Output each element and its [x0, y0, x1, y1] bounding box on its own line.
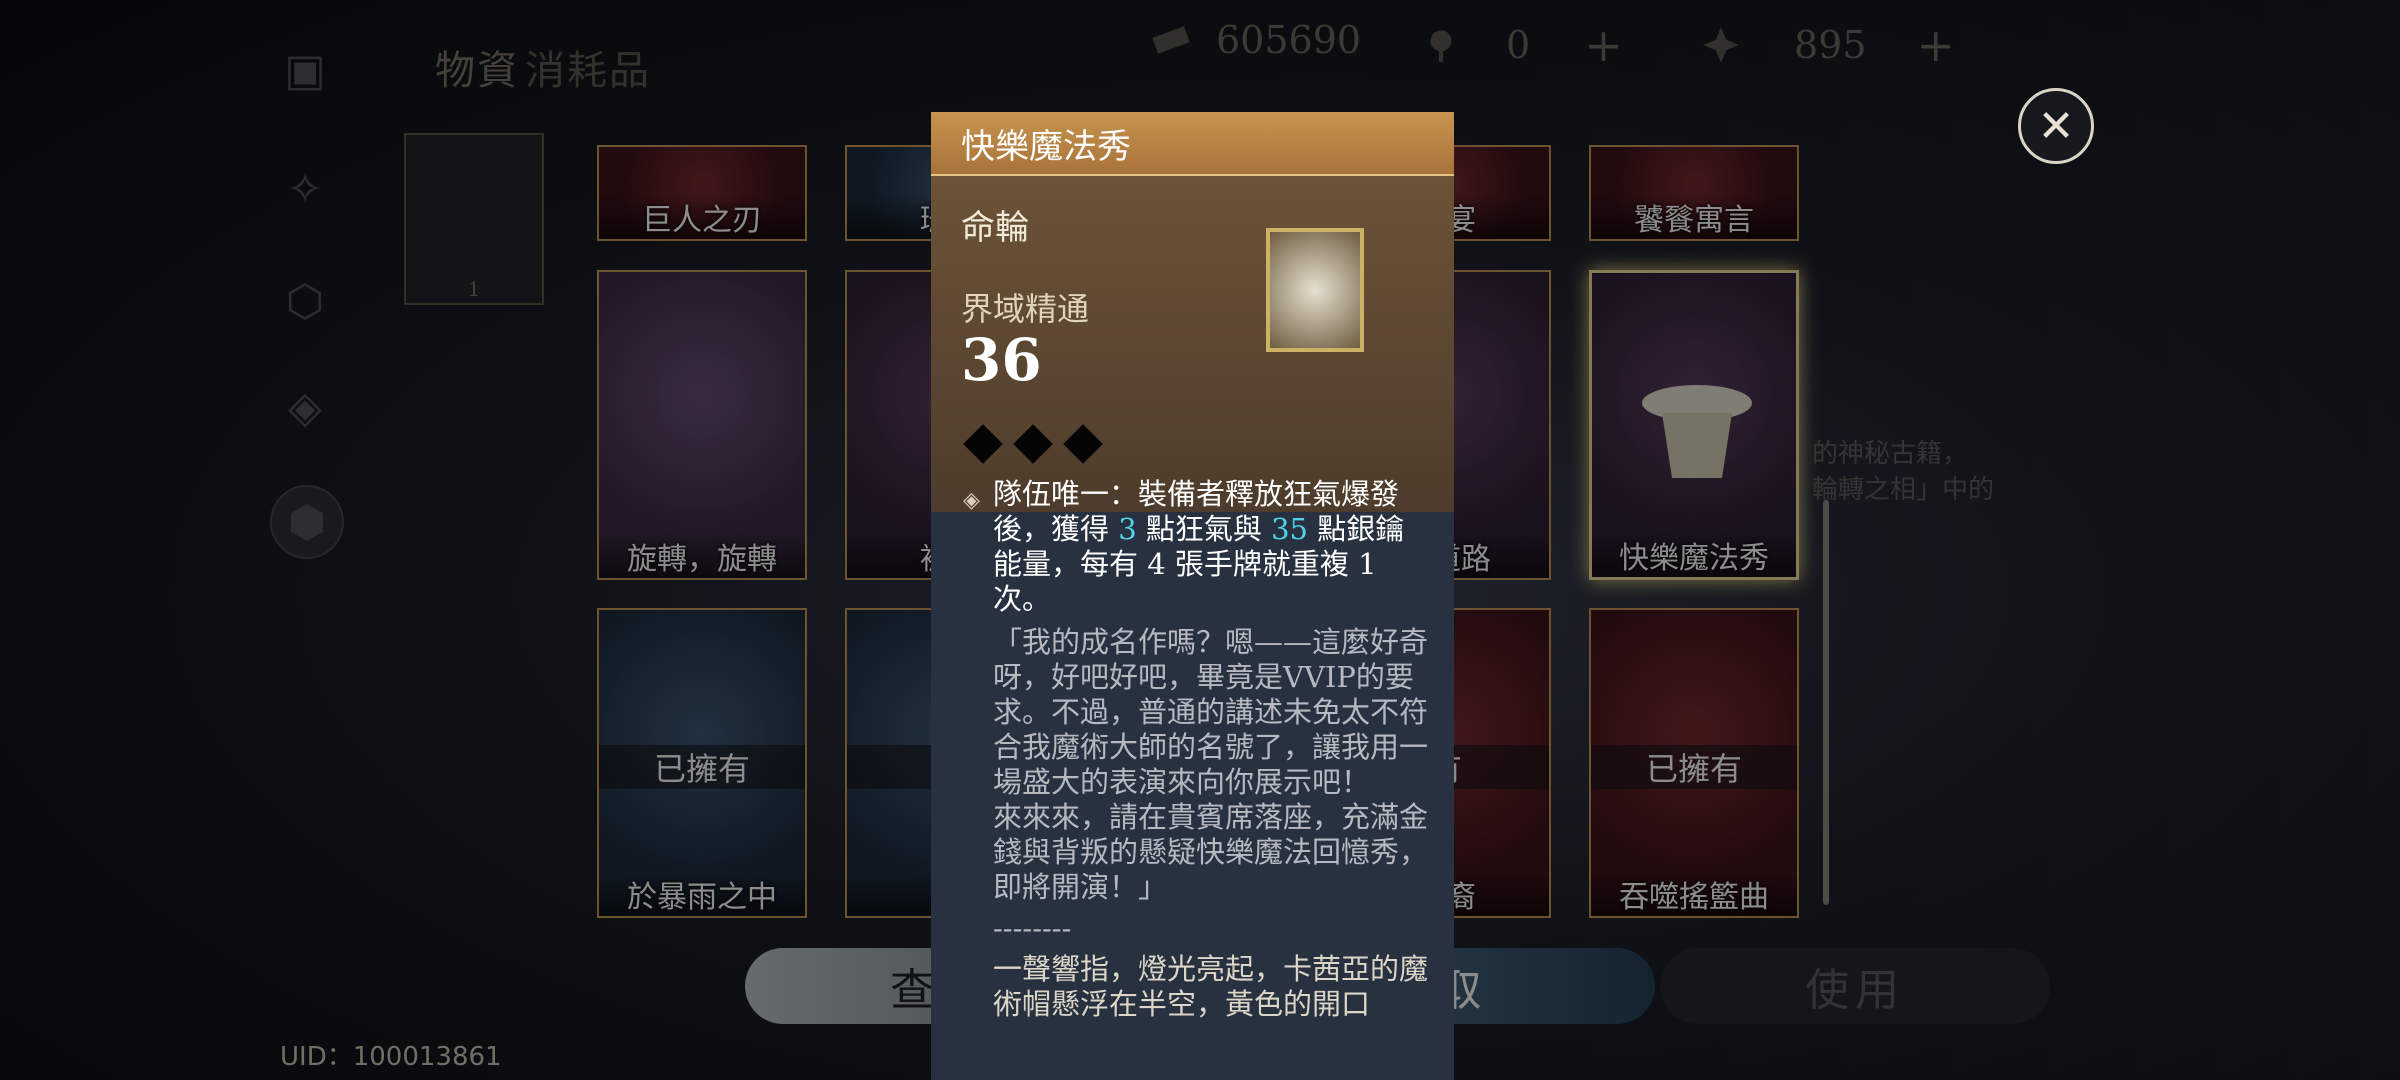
card-detail-popup: 快樂魔法秀 命輪 界域精通 36 ◈ 隊伍唯一：裝備者釋放狂氣爆發後，獲得 3 … [931, 112, 1454, 1080]
popup-title: 快樂魔法秀 [931, 112, 1454, 176]
mastery-label: 界域精通 [961, 290, 1090, 328]
card-portrait-icon [1266, 228, 1364, 352]
rarity-diamonds [963, 424, 1103, 464]
diamond-icon [1063, 424, 1103, 464]
diamond-icon [963, 424, 1003, 464]
bullet-icon: ◈ [963, 488, 980, 513]
close-icon[interactable]: ✕ [2018, 88, 2094, 164]
flavor-text: 「我的成名作嗎？嗯——這麼好奇呀，好吧好吧，畢竟是VVIP的要求。不過，普通的講… [993, 625, 1429, 904]
separator: -------- [993, 911, 1072, 945]
popup-header-panel: 命輪 界域精通 36 [931, 176, 1454, 512]
mastery-value: 36 [961, 326, 1042, 394]
effect-text: 隊伍唯一：裝備者釋放狂氣爆發後，獲得 3 點狂氣與 35 點銀鑰能量，每有 4 … [993, 477, 1405, 616]
story-text: 一聲響指，燈光亮起，卡茜亞的魔術帽懸浮在半空，黃色的開口 [993, 952, 1429, 1021]
card-type: 命輪 [961, 208, 1029, 248]
popup-text[interactable]: 隊伍唯一：裝備者釋放狂氣爆發後，獲得 3 點狂氣與 35 點銀鑰能量，每有 4 … [993, 477, 1433, 1022]
diamond-icon [1013, 424, 1053, 464]
